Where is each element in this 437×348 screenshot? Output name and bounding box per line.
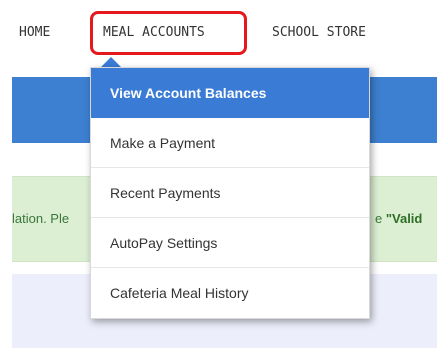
menu-item-cafeteria-meal-history[interactable]: Cafeteria Meal History	[91, 268, 369, 318]
alert-text-right-prefix: e	[375, 211, 386, 226]
menu-item-autopay-settings[interactable]: AutoPay Settings	[91, 218, 369, 268]
menu-item-make-a-payment[interactable]: Make a Payment	[91, 118, 369, 168]
nav-home-link[interactable]: HOME	[19, 22, 50, 44]
nav-school-store-link[interactable]: SCHOOL STORE	[272, 22, 366, 44]
meal-accounts-dropdown-menu: View Account Balances Make a Payment Rec…	[90, 67, 370, 319]
nav-meal-accounts-link[interactable]: MEAL ACCOUNTS	[103, 22, 205, 44]
alert-text-right: e "Valid	[375, 211, 422, 226]
alert-text-right-bold: "Valid	[385, 211, 423, 226]
top-navigation: HOME MEAL ACCOUNTS SCHOOL STORE	[0, 0, 437, 66]
menu-item-view-account-balances[interactable]: View Account Balances	[91, 68, 369, 118]
alert-text-left: lation. Ple	[12, 211, 70, 226]
dropdown-caret	[101, 57, 121, 67]
menu-item-recent-payments[interactable]: Recent Payments	[91, 168, 369, 218]
